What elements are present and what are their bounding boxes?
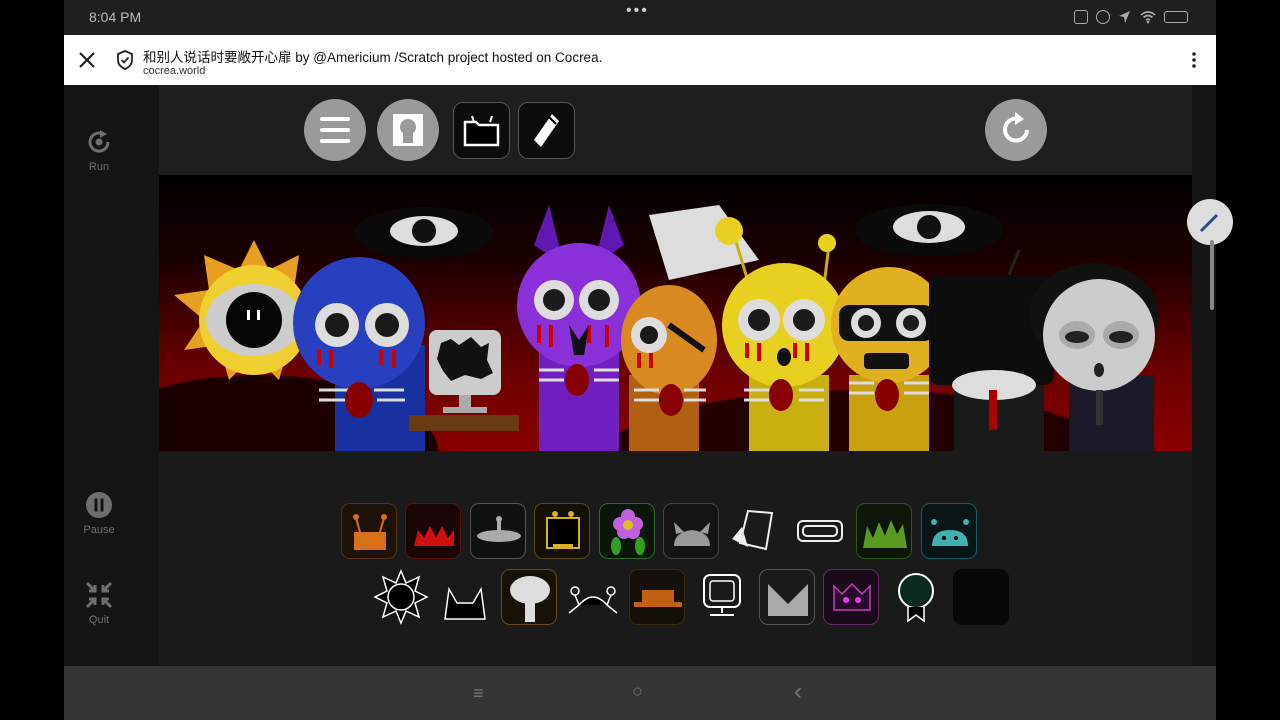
palette-tile-monitor[interactable] bbox=[694, 569, 750, 625]
palette-tile-red-spikes[interactable] bbox=[405, 503, 461, 559]
palette-tile-paper-cup[interactable] bbox=[728, 503, 784, 559]
palette-tile-grey-horns[interactable] bbox=[663, 503, 719, 559]
palette-tile-purple-crown[interactable] bbox=[823, 569, 879, 625]
pause-button[interactable]: Pause bbox=[64, 490, 134, 536]
run-icon bbox=[88, 130, 110, 153]
sky-eye-left bbox=[354, 207, 494, 259]
folder-button[interactable] bbox=[453, 102, 510, 159]
palette-tile-crab[interactable] bbox=[565, 569, 621, 625]
multitask-dots[interactable]: ••• bbox=[626, 2, 649, 20]
box-character-icon bbox=[546, 511, 580, 549]
menu-button[interactable] bbox=[304, 99, 366, 161]
project-stage bbox=[159, 85, 1192, 665]
sky-eye-right bbox=[854, 204, 1004, 256]
crab-icon bbox=[568, 586, 618, 614]
scene-artwork bbox=[159, 204, 1159, 451]
goggles-icon bbox=[797, 520, 843, 542]
location-icon bbox=[1119, 11, 1130, 23]
pause-label: Pause bbox=[83, 524, 115, 536]
palette-tile-empty[interactable] bbox=[953, 569, 1009, 625]
collapse-icon bbox=[85, 581, 113, 609]
screen: 8:04 PM ••• 和别人说话时要敞开心扉 by @Americium /S… bbox=[0, 0, 1280, 720]
status-bar: 8:04 PM ••• bbox=[64, 0, 1216, 35]
status-icons bbox=[1074, 10, 1188, 24]
palette-tile-orange-hat[interactable] bbox=[629, 569, 685, 625]
reset-button[interactable] bbox=[985, 99, 1047, 161]
palette-tile-grey-envelope[interactable] bbox=[759, 569, 815, 625]
shield-icon bbox=[117, 50, 133, 70]
grass-icon bbox=[863, 520, 907, 548]
reset-icon bbox=[1003, 112, 1029, 143]
page-url: cocrea.world bbox=[143, 65, 206, 77]
palette-tile-medal[interactable] bbox=[888, 569, 944, 625]
medal-icon bbox=[898, 573, 934, 623]
battery-icon bbox=[1164, 11, 1188, 23]
portrait-icon bbox=[393, 114, 423, 146]
sound-palette bbox=[159, 451, 1192, 665]
palette-tile-orange-antenna[interactable] bbox=[341, 503, 397, 559]
computer-character bbox=[409, 330, 519, 431]
quit-label: Quit bbox=[88, 614, 110, 626]
record-icon bbox=[1096, 10, 1110, 24]
palette-tile-mushroom-cap[interactable] bbox=[501, 569, 557, 625]
character-scene[interactable] bbox=[159, 175, 1192, 451]
cat-ears-icon bbox=[444, 586, 486, 620]
palette-tile-green-flower[interactable] bbox=[599, 503, 655, 559]
folder-icon bbox=[463, 115, 500, 147]
more-options-icon[interactable] bbox=[1184, 49, 1204, 71]
book-icon bbox=[1074, 10, 1088, 24]
palette-tile-black-yellow-box[interactable] bbox=[534, 503, 590, 559]
recent-apps-button[interactable]: ≡ bbox=[473, 683, 484, 704]
palette-tile-grey-saucer[interactable] bbox=[470, 503, 526, 559]
palette-tile-green-grass[interactable] bbox=[856, 503, 912, 559]
pen-icon bbox=[534, 114, 559, 147]
home-button[interactable]: ○ bbox=[632, 681, 643, 702]
saucer-icon bbox=[477, 516, 521, 542]
browser-bar: 和别人说话时要敞开心扉 by @Americium /Scratch proje… bbox=[64, 35, 1216, 85]
portrait-button[interactable] bbox=[377, 99, 439, 161]
red-spikes-icon bbox=[414, 526, 454, 546]
left-rail: Run Pause Quit bbox=[64, 85, 159, 665]
run-label: Run bbox=[88, 161, 110, 173]
back-button[interactable]: ‹ bbox=[794, 678, 802, 706]
paper-cup-icon bbox=[732, 509, 774, 551]
menu-icon bbox=[320, 117, 350, 143]
flower-icon bbox=[611, 509, 645, 555]
run-button[interactable]: Run bbox=[64, 127, 134, 173]
draw-button[interactable] bbox=[518, 102, 575, 159]
sun-outline-icon bbox=[373, 569, 429, 625]
status-time: 8:04 PM bbox=[89, 9, 142, 25]
stage-toolbar bbox=[159, 85, 1192, 175]
palette-tile-teal-antenna[interactable] bbox=[921, 503, 977, 559]
teal-antenna-icon bbox=[931, 519, 969, 546]
palette-tile-cat-ears[interactable] bbox=[437, 569, 493, 625]
quit-button[interactable]: Quit bbox=[64, 580, 134, 626]
pause-icon bbox=[86, 492, 112, 518]
orange-antenna-icon bbox=[353, 514, 387, 550]
palette-tile-sun-outline[interactable] bbox=[373, 569, 429, 625]
wifi-icon bbox=[1140, 11, 1156, 24]
tablet-screen: 8:04 PM ••• 和别人说话时要敞开心扉 by @Americium /S… bbox=[64, 0, 1233, 720]
envelope-icon bbox=[768, 584, 808, 616]
orange-hat-icon bbox=[634, 590, 682, 607]
close-icon[interactable] bbox=[76, 49, 98, 71]
grey-horns-icon bbox=[674, 522, 710, 546]
monitor-icon bbox=[703, 574, 741, 616]
system-nav-bar: ≡ ○ ‹ bbox=[64, 666, 1216, 720]
pencil-icon bbox=[1199, 213, 1219, 233]
page-title: 和别人说话时要敞开心扉 by @Americium /Scratch proje… bbox=[143, 50, 603, 65]
purple-crown-icon bbox=[833, 582, 871, 611]
mushroom-icon bbox=[510, 576, 550, 622]
palette-tile-goggles[interactable] bbox=[792, 503, 848, 559]
scrollbar-thumb[interactable] bbox=[1210, 240, 1214, 310]
floating-edit-button[interactable] bbox=[1187, 199, 1233, 245]
